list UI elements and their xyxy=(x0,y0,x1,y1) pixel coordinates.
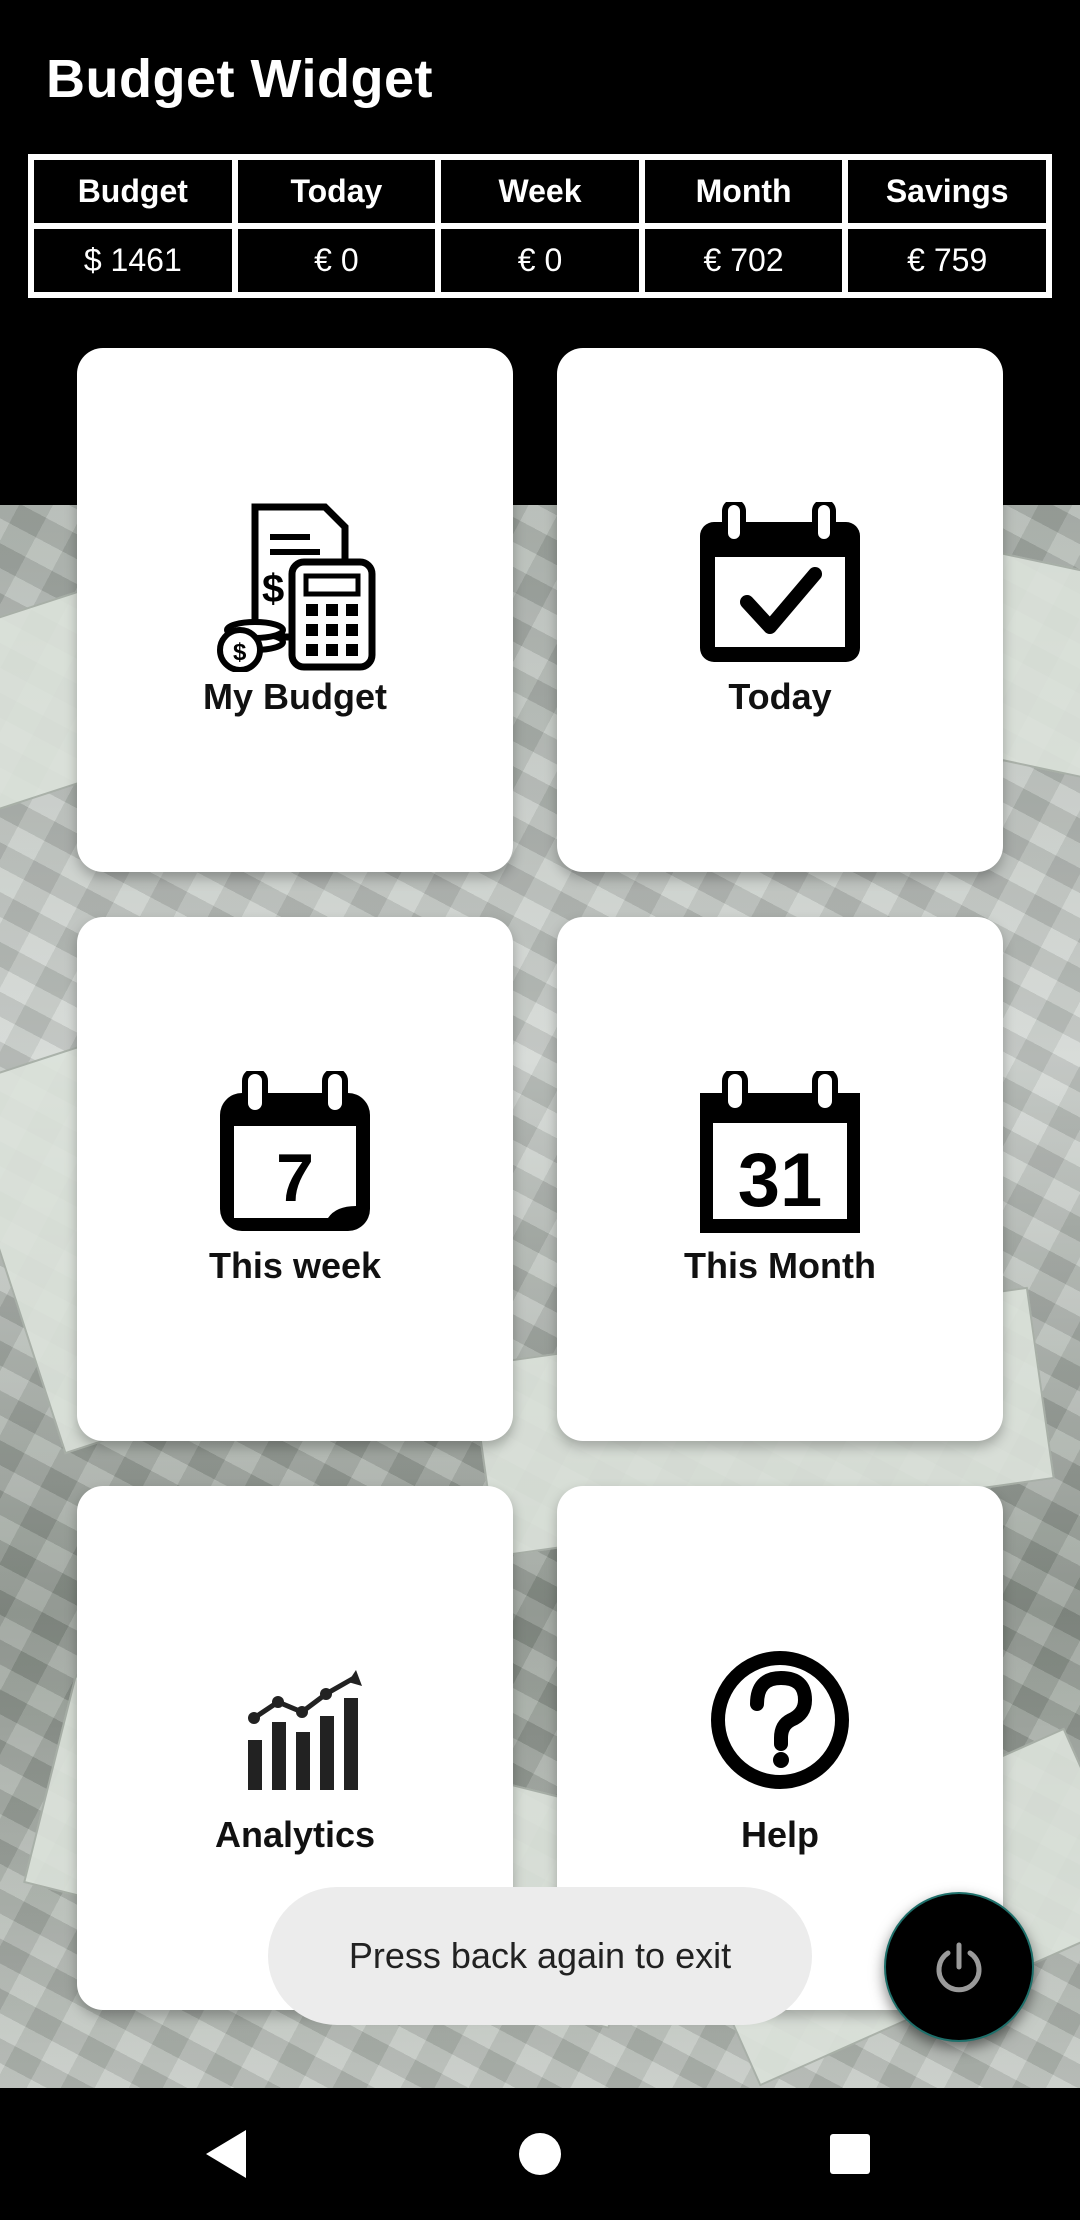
power-button[interactable] xyxy=(884,1892,1034,2042)
calendar-check-icon xyxy=(700,502,860,662)
back-button[interactable] xyxy=(186,2114,266,2194)
home-icon xyxy=(519,2133,561,2175)
app-title: Budget Widget xyxy=(46,49,433,109)
value-budget: $ 1461 xyxy=(31,226,235,295)
power-icon xyxy=(936,1942,982,1993)
my-budget-tile[interactable]: $ $ My Budget xyxy=(77,348,513,872)
this-month-tile[interactable]: 31 This Month xyxy=(557,917,1003,1441)
recents-icon xyxy=(830,2134,870,2174)
value-savings: € 759 xyxy=(845,226,1049,295)
tile-label: Today xyxy=(728,676,832,717)
calendar-week-icon: 7 xyxy=(220,1071,370,1231)
help-question-icon xyxy=(711,1651,849,1789)
header-week: Week xyxy=(438,157,642,226)
calendar-day-number: 31 xyxy=(738,1138,823,1223)
header-budget: Budget xyxy=(31,157,235,226)
tile-label: This Month xyxy=(684,1245,876,1286)
this-week-tile[interactable]: 7 This week xyxy=(77,917,513,1441)
header-savings: Savings xyxy=(845,157,1049,226)
system-navigation-bar xyxy=(0,2088,1080,2220)
value-month: € 702 xyxy=(641,226,846,295)
header-month: Month xyxy=(641,157,846,226)
svg-text:$: $ xyxy=(262,567,284,611)
value-today: € 0 xyxy=(234,226,439,295)
calendar-day-number: 7 xyxy=(276,1140,314,1216)
calendar-month-icon: 31 xyxy=(700,1071,860,1233)
header-today: Today xyxy=(234,157,439,226)
tile-label: Help xyxy=(740,1814,819,1855)
exit-toast: Press back again to exit xyxy=(268,1887,812,2025)
budget-calculator-icon: $ $ xyxy=(217,503,376,672)
budget-summary-table: Budget Today Week Month Savings $ 1461 €… xyxy=(28,154,1052,298)
tile-label: Analytics xyxy=(214,1814,376,1855)
svg-text:$: $ xyxy=(233,639,247,666)
tile-label: My Budget xyxy=(203,676,387,717)
value-week: € 0 xyxy=(438,226,642,295)
recents-button[interactable] xyxy=(810,2114,890,2194)
tile-label: This week xyxy=(208,1245,382,1286)
home-button[interactable] xyxy=(500,2114,580,2194)
analytics-chart-icon xyxy=(248,1670,362,1790)
app-screen: Budget Widget Budget Today Week Month Sa… xyxy=(0,0,1080,2220)
today-tile[interactable]: Today xyxy=(557,348,1003,872)
back-icon xyxy=(206,2130,246,2178)
